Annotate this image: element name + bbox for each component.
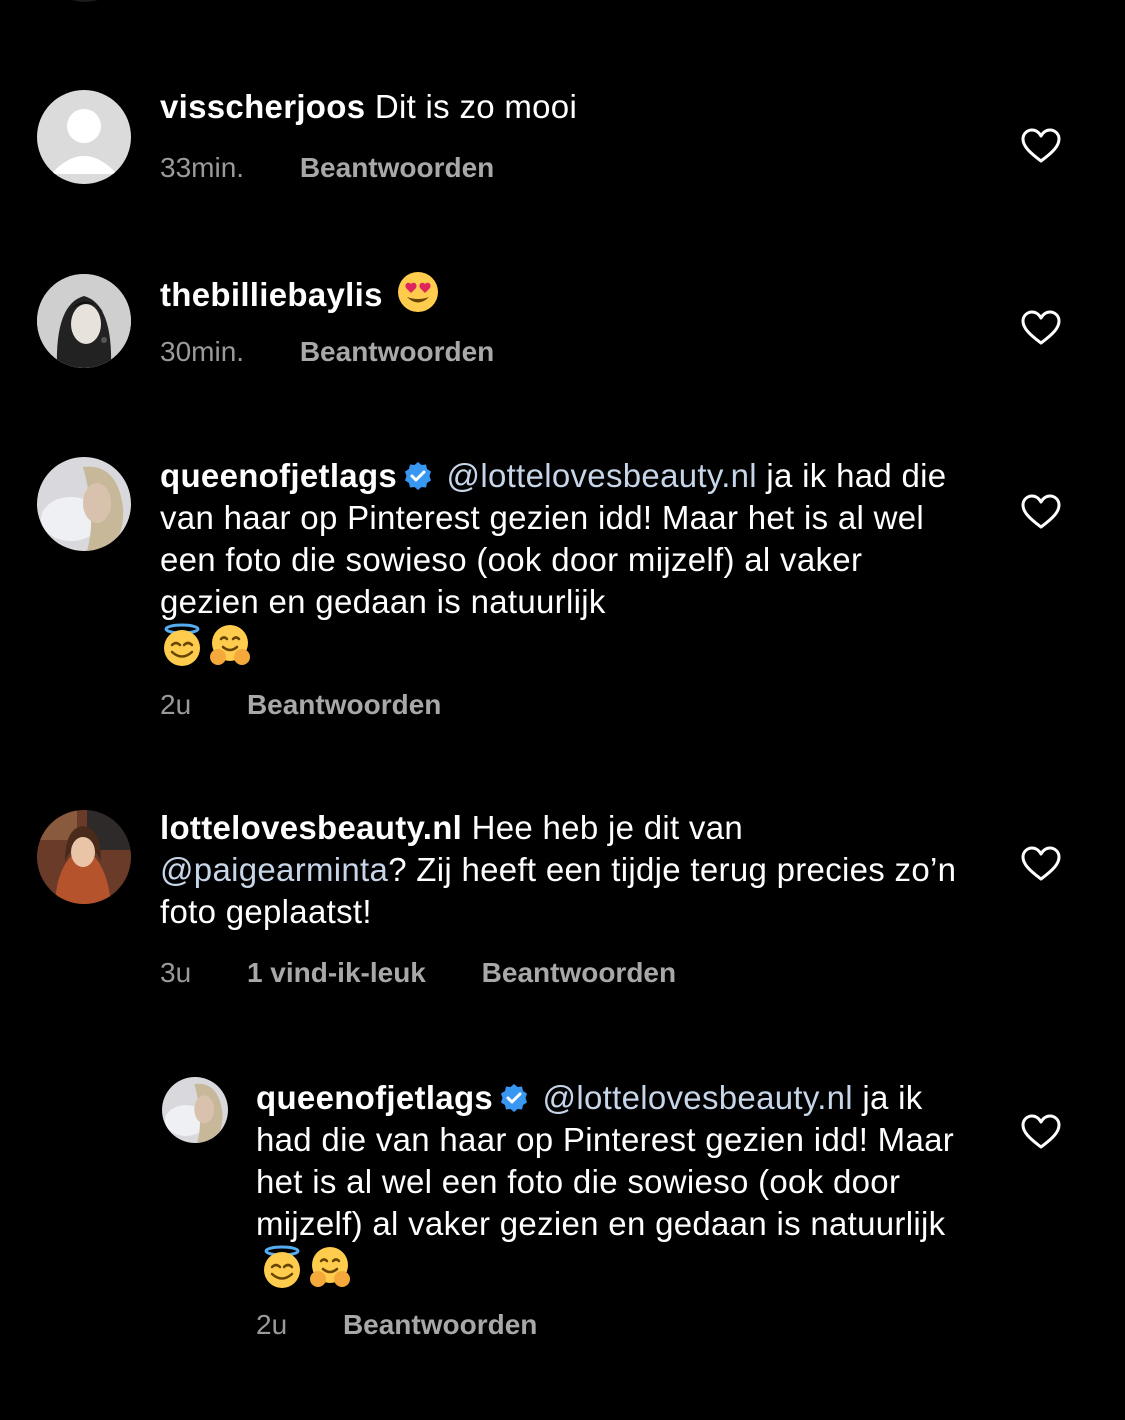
like-heart-icon[interactable]	[1021, 846, 1061, 882]
mention-link[interactable]: @lottelovesbeauty.nl	[447, 457, 757, 494]
halo-emoji	[164, 623, 200, 666]
reply-button[interactable]: Beantwoorden	[300, 336, 494, 367]
reply-button[interactable]: Beantwoorden	[247, 689, 441, 720]
avatar[interactable]	[37, 457, 131, 551]
mention-link[interactable]: @lottelovesbeauty.nl	[543, 1079, 853, 1116]
comment-meta: 2u Beantwoorden	[256, 1309, 537, 1341]
comment-username[interactable]: thebilliebaylis	[160, 276, 383, 313]
mention-link[interactable]: @paigearminta	[160, 851, 388, 888]
like-heart-icon[interactable]	[1021, 310, 1061, 346]
comment-text: queenofjetlags @lottelovesbeauty.nl ja i…	[256, 1077, 966, 1291]
comment-username[interactable]: queenofjetlags	[160, 457, 397, 494]
hug-emoji	[210, 625, 250, 665]
comment-meta: 3u 1 vind-ik-leuk Beantwoorden	[160, 957, 676, 989]
reply-button[interactable]: Beantwoorden	[482, 957, 676, 988]
avatar[interactable]	[37, 274, 131, 368]
comment-time: 3u	[160, 957, 192, 988]
verified-badge-icon	[501, 1084, 528, 1112]
hug-emoji	[310, 1247, 350, 1287]
comment-time: 33min.	[160, 152, 245, 183]
comment-time: 2u	[160, 689, 192, 720]
profile-photo	[37, 274, 131, 368]
like-heart-icon[interactable]	[1021, 128, 1061, 164]
reply-button[interactable]: Beantwoorden	[300, 152, 494, 183]
avatar[interactable]	[37, 810, 131, 904]
comment-username[interactable]: visscherjoos	[160, 88, 365, 125]
profile-photo	[162, 1077, 228, 1143]
comment-message: Dit is zo mooi	[374, 88, 578, 125]
comment-text: thebilliebaylis	[160, 270, 960, 316]
comment-text: queenofjetlags @lottelovesbeauty.nl ja i…	[160, 455, 960, 669]
comment-meta: 2u Beantwoorden	[160, 689, 441, 721]
profile-photo	[37, 810, 131, 904]
comment-meta: 33min. Beantwoorden	[160, 152, 494, 184]
like-heart-icon[interactable]	[1021, 1114, 1061, 1150]
comment-text: lottelovesbeauty.nl Hee heb je dit van @…	[160, 807, 960, 933]
comment-time: 2u	[256, 1309, 288, 1340]
avatar[interactable]	[162, 1077, 228, 1143]
halo-emoji	[264, 1245, 300, 1288]
comment-time: 30min.	[160, 336, 245, 367]
avatar[interactable]	[37, 90, 131, 184]
previous-comment-avatar	[55, 0, 115, 2]
profile-photo	[37, 457, 131, 551]
comment-message: Hee heb je dit van	[471, 809, 744, 846]
reply-button[interactable]: Beantwoorden	[343, 1309, 537, 1340]
likes-count[interactable]: 1 vind-ik-leuk	[247, 957, 426, 988]
like-heart-icon[interactable]	[1021, 494, 1061, 530]
comment-meta: 30min. Beantwoorden	[160, 336, 494, 368]
heart-eyes-emoji	[398, 272, 439, 312]
default-avatar-icon	[37, 90, 131, 184]
comment-username[interactable]: lottelovesbeauty.nl	[160, 809, 462, 846]
comment-username[interactable]: queenofjetlags	[256, 1079, 493, 1116]
comment-text: visscherjoos Dit is zo mooi	[160, 86, 960, 128]
verified-badge-icon	[405, 462, 432, 490]
